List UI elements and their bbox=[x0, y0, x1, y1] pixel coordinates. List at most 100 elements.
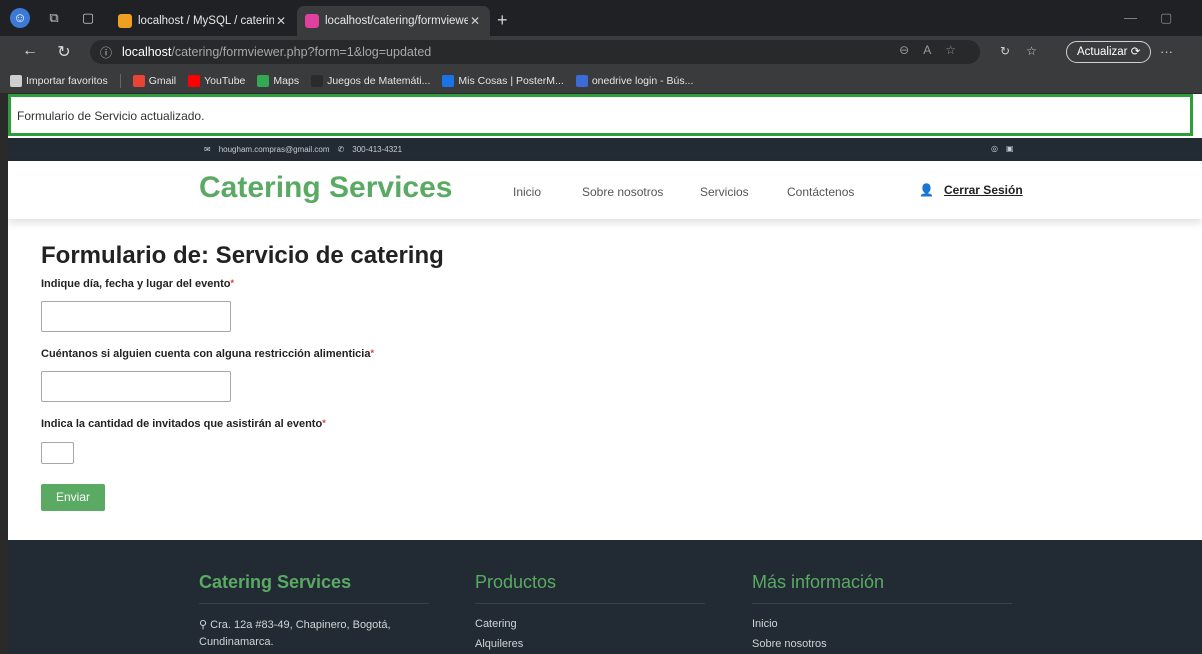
tab-strip-actions: ☺ ⧉ ▢ bbox=[10, 8, 98, 28]
tab-title: localhost/catering/formviewer.ph bbox=[325, 15, 468, 27]
footer-products-title: Productos bbox=[475, 572, 557, 592]
required-marker: * bbox=[230, 278, 235, 288]
address-bar[interactable]: ⓘ localhost /catering/formviewer.php?for… bbox=[90, 40, 980, 64]
address-tools: ⊖A☆ bbox=[899, 43, 970, 57]
bookmark-label: Importar favoritos bbox=[26, 74, 108, 87]
favorites-icon[interactable]: ☆ bbox=[1026, 44, 1037, 58]
tab-title: localhost / MySQL / cateringdb / bbox=[138, 15, 274, 27]
instagram-icon[interactable]: ◎ bbox=[991, 144, 998, 153]
nav-servicios[interactable]: Servicios bbox=[700, 185, 749, 199]
event-details-input[interactable] bbox=[41, 301, 231, 332]
bookmark-separator bbox=[119, 73, 121, 88]
location-pin-icon: ⚲ bbox=[199, 619, 211, 631]
user-icon: 👤 bbox=[919, 183, 934, 197]
bookmark-favicon-icon bbox=[442, 74, 455, 87]
footer-info-title: Más información bbox=[752, 572, 885, 592]
contact-phone[interactable]: 300-413-4321 bbox=[352, 145, 402, 154]
profile-icon[interactable]: ☺ bbox=[10, 8, 30, 28]
site-brand[interactable]: Catering Services bbox=[199, 171, 452, 205]
bookmark-item[interactable]: Mis Cosas | PosterM... bbox=[442, 74, 564, 87]
bookmark-item[interactable]: Importar favoritos bbox=[10, 74, 108, 87]
nav-contactenos[interactable]: Contáctenos bbox=[787, 185, 854, 199]
zoom-icon[interactable]: ⊖ bbox=[899, 43, 923, 57]
social-links: ◎ ▣ bbox=[991, 144, 1014, 153]
workspaces-icon[interactable]: ⧉ bbox=[44, 8, 64, 28]
question-text: Indica la cantidad de invitados que asis… bbox=[41, 418, 323, 430]
browser-tab-bar: ☺ ⧉ ▢ localhost / MySQL / cateringdb / ✕… bbox=[0, 0, 1202, 36]
phone-icon: ✆ bbox=[337, 145, 345, 154]
required-marker: * bbox=[322, 418, 326, 428]
nav-inicio[interactable]: Inicio bbox=[513, 185, 541, 199]
question-label-event: Indique día, fecha y lugar del evento* bbox=[41, 278, 234, 290]
more-options-icon[interactable]: ··· bbox=[1160, 44, 1173, 59]
form-title: Formulario de: Servicio de catering bbox=[41, 242, 444, 269]
bookmark-item[interactable]: Juegos de Matemáti... bbox=[311, 74, 431, 87]
update-notice: Formulario de Servicio actualizado. bbox=[8, 94, 1193, 136]
refresh-icon[interactable]: ↻ bbox=[54, 42, 74, 62]
bookmark-label: Maps bbox=[273, 74, 300, 87]
nav-sobre-nosotros[interactable]: Sobre nosotros bbox=[582, 185, 663, 199]
extension-icon[interactable]: ↻ bbox=[1000, 44, 1010, 58]
bookmark-label: Juegos de Matemáti... bbox=[327, 74, 431, 87]
question-text: Cuéntanos si alguien cuenta con alguna r… bbox=[41, 348, 371, 360]
question-label-restriction: Cuéntanos si alguien cuenta con alguna r… bbox=[41, 348, 374, 360]
linkedin-icon[interactable]: ▣ bbox=[1006, 144, 1014, 153]
site-info-icon[interactable]: ⓘ bbox=[100, 44, 112, 61]
back-icon[interactable]: ← bbox=[20, 42, 40, 60]
notice-text: Formulario de Servicio actualizado. bbox=[17, 109, 205, 123]
bookmark-label: YouTube bbox=[204, 74, 246, 87]
footer-address-line-2: Cundinamarca. bbox=[199, 636, 274, 648]
bookmark-favicon-icon bbox=[188, 74, 201, 87]
contact-email[interactable]: hougham.compras@gmail.com bbox=[219, 145, 330, 154]
footer-link-inicio[interactable]: Inicio bbox=[752, 618, 778, 630]
contact-info: ✉ hougham.compras@gmail.com ✆ 300-413-43… bbox=[204, 145, 402, 154]
page-favicon-icon bbox=[305, 14, 319, 28]
mail-icon: ✉ bbox=[204, 145, 211, 154]
footer-address: ⚲ Cra. 12a #83-49, Chapinero, Bogotá, bbox=[199, 618, 391, 631]
tab-phpmyadmin[interactable]: localhost / MySQL / cateringdb / ✕ bbox=[110, 6, 296, 36]
bookmark-item[interactable]: onedrive login - Bús... bbox=[575, 74, 694, 87]
new-tab-icon[interactable]: + bbox=[497, 10, 508, 31]
bookmark-favicon-icon bbox=[575, 74, 588, 87]
update-label: Actualizar bbox=[1077, 46, 1128, 58]
url-host: localhost bbox=[122, 45, 172, 59]
extensions-area: ↻ ☆ bbox=[1000, 44, 1037, 58]
update-browser-button[interactable]: Actualizar ⟳ bbox=[1066, 41, 1152, 63]
guest-count-input[interactable] bbox=[41, 442, 74, 464]
footer-link-alquileres[interactable]: Alquileres bbox=[475, 638, 523, 650]
bookmark-item[interactable]: Gmail bbox=[132, 74, 177, 87]
address-line-1: Cra. 12a #83-49, Chapinero, Bogotá, bbox=[210, 619, 391, 631]
logout-label: Cerrar Sesión bbox=[943, 183, 1023, 197]
site-header: Catering Services Inicio Sobre nosotros … bbox=[8, 161, 1202, 219]
bookmark-item[interactable]: YouTube bbox=[188, 74, 246, 87]
question-label-guests: Indica la cantidad de invitados que asis… bbox=[41, 418, 326, 430]
favorite-star-icon[interactable]: ☆ bbox=[945, 43, 970, 57]
close-icon[interactable]: ✕ bbox=[468, 14, 482, 28]
minimize-icon[interactable]: — bbox=[1124, 10, 1137, 25]
required-marker: * bbox=[370, 348, 374, 358]
tab-formviewer[interactable]: localhost/catering/formviewer.ph ✕ bbox=[297, 6, 490, 36]
contact-top-bar: ✉ hougham.compras@gmail.com ✆ 300-413-43… bbox=[8, 138, 1202, 161]
restore-icon[interactable]: ▢ bbox=[1160, 10, 1172, 26]
bookmark-label: onedrive login - Bús... bbox=[591, 74, 694, 87]
bookmark-label: Mis Cosas | PosterM... bbox=[458, 74, 564, 87]
url-path: /catering/formviewer.php?form=1&log=upda… bbox=[171, 45, 432, 59]
bookmark-favicon-icon bbox=[257, 74, 270, 87]
bookmark-label: Gmail bbox=[148, 74, 177, 87]
footer-link-sobre-nosotros[interactable]: Sobre nosotros bbox=[752, 638, 827, 650]
bookmarks-bar: Importar favoritos Gmail YouTube Maps Juegos… bbox=[0, 68, 1202, 94]
browser-address-row: ← ↻ ⓘ localhost /catering/formviewer.php… bbox=[0, 36, 1202, 68]
bookmark-item[interactable]: Maps bbox=[257, 74, 300, 87]
footer-divider bbox=[752, 603, 1012, 604]
page-viewport: Formulario de Servicio actualizado. ✉ ho… bbox=[0, 94, 1202, 654]
footer-link-catering[interactable]: Catering bbox=[475, 618, 517, 630]
phpmyadmin-icon bbox=[118, 14, 132, 28]
footer-divider bbox=[199, 603, 429, 604]
tab-actions-icon[interactable]: ▢ bbox=[78, 8, 98, 28]
logout-link[interactable]: 👤 Cerrar Sesión bbox=[919, 183, 1023, 197]
question-text: Indique día, fecha y lugar del evento bbox=[41, 278, 231, 290]
submit-button[interactable]: Enviar bbox=[41, 484, 105, 511]
dietary-restriction-input[interactable] bbox=[41, 371, 231, 402]
read-aloud-icon[interactable]: A bbox=[923, 43, 945, 57]
close-icon[interactable]: ✕ bbox=[274, 14, 288, 28]
